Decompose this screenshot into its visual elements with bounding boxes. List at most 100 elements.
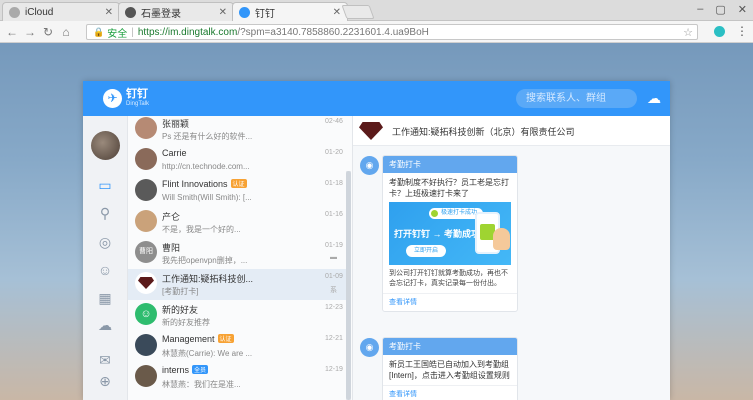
conversation-time: 01-18	[325, 180, 343, 187]
conversation-name-text: Management	[162, 334, 215, 344]
conversation-item[interactable]: Carrie 01-20 http://cn.technode.com...	[128, 145, 346, 176]
close-window-icon[interactable]: ✕	[738, 3, 747, 16]
scrollbar[interactable]	[346, 171, 351, 400]
conversation-preview: [考勤打卡]	[162, 287, 199, 296]
tab-icloud[interactable]: iCloud ✕	[2, 2, 120, 21]
person-add-icon: ☺	[135, 303, 157, 325]
card-body: 到公司打开钉钉就算考勤成功，再也不会忘记打卡，真实记录每一份付出。	[389, 270, 508, 287]
conversation-item[interactable]: Flint Innovations 认证 01-18 Will Smith(Wil…	[128, 176, 346, 207]
conversation-name: 工作通知:疑拓科技创...	[162, 274, 254, 284]
chat-icon[interactable]: ▭	[96, 176, 114, 194]
back-icon[interactable]: ←	[3, 25, 21, 39]
company-logo-icon	[359, 122, 383, 140]
message-card[interactable]: 考勤打卡 考勤制度不好执行？员工老是忘打卡？上班极速打卡来了 极速打卡成功 打开…	[382, 155, 518, 312]
card-header: 考勤打卡	[383, 156, 517, 173]
extension-icon[interactable]	[714, 26, 725, 37]
conversation-name: Flint Innovations 认证	[162, 179, 247, 189]
conversation-preview: 新的好友推荐	[162, 318, 210, 327]
conversation-name: 新的好友	[162, 305, 199, 315]
bookmark-star-icon[interactable]: ☆	[683, 26, 693, 39]
conversation-item[interactable]: ☺ 新的好友 12-23 新的好友推荐	[128, 300, 346, 331]
cloud-upload-icon[interactable]: ☁	[645, 89, 663, 107]
secure-label: 安全	[107, 28, 128, 40]
dingtalk-app: ✈ 钉钉 DingTalk 搜索联系人、群组 ☁ ▭ ⚲ ◎ ☺ ▦ ☁ ✉ ⊕…	[83, 81, 670, 400]
browser-toolbar: ← → ↻ ⌂ 🔒 安全 | https://im.dingtalk.com /…	[0, 21, 753, 43]
window-controls: – ▢ ✕	[697, 3, 747, 16]
conversation-preview: 不是，我是一个好的...	[162, 225, 241, 234]
conversation-item[interactable]: 工作通知:疑拓科技创... 01-09 [考勤打卡] 系	[128, 269, 346, 300]
minimize-icon[interactable]: –	[697, 3, 703, 16]
avatar	[135, 365, 157, 387]
avatar	[135, 179, 157, 201]
new-tab-button[interactable]	[341, 5, 375, 19]
card-banner: 极速打卡成功 打开钉钉 → 考勤成功 立即开启	[389, 202, 511, 265]
tab-label: 钉钉	[255, 9, 275, 20]
avatar	[135, 210, 157, 232]
app-logo-text: 钉钉	[126, 88, 148, 100]
conversation-item[interactable]: 张丽颖 02-46 Ps 还是有什么好的软件...	[128, 116, 346, 145]
forward-icon[interactable]: →	[21, 25, 39, 39]
apps-grid-icon[interactable]: ▦	[96, 289, 114, 307]
scrollbar-thumb[interactable]	[346, 171, 351, 400]
avatar	[135, 148, 157, 170]
conversation-time: 12-23	[325, 304, 343, 311]
add-icon[interactable]: ⊕	[96, 372, 114, 390]
location-pin-icon: ◉	[360, 338, 379, 357]
conversation-item[interactable]: 曹阳 曹阳 01-19 我先把openvpn删掉，... ▬	[128, 238, 346, 269]
separator: |	[131, 26, 134, 38]
close-icon[interactable]: ✕	[333, 7, 341, 18]
avatar[interactable]	[91, 131, 120, 160]
address-bar[interactable]: 🔒 安全 | https://im.dingtalk.com /?spm=a31…	[86, 24, 698, 40]
more-icon[interactable]: ⋯	[96, 392, 114, 400]
conversation-list: 张丽颖 02-46 Ps 还是有什么好的软件... Carrie 01-20 h…	[128, 116, 353, 400]
chat-panel: 工作通知:疑拓科技创新（北京）有限责任公司 ◉ 考勤打卡 考勤制度不好执行？员工…	[353, 116, 670, 400]
card-title: 新员工王国皓已自动加入到考勤组[Intern]，点击进入考勤组设置规则	[389, 360, 510, 380]
conversation-preview: Ps 还是有什么好的软件...	[162, 132, 253, 141]
conversation-preview: Will Smith(Will Smith): [...	[162, 193, 252, 202]
conversation-name: Carrie	[162, 148, 187, 158]
banner-button[interactable]: 立即开启	[406, 245, 447, 257]
conversation-name: 产仑	[162, 212, 181, 222]
browser-tab-bar: iCloud ✕ 石墨登录 ✕ 钉钉 ✕ – ▢ ✕	[0, 0, 753, 22]
verified-badge: 认证	[230, 179, 247, 188]
banner-text: 打开钉钉 → 考勤成功	[394, 229, 481, 239]
location-pin-icon: ◉	[360, 156, 379, 175]
view-details-link[interactable]: 查看详情	[383, 385, 517, 400]
maximize-icon[interactable]: ▢	[715, 3, 725, 16]
close-icon[interactable]: ✕	[105, 7, 113, 18]
home-icon[interactable]: ⌂	[57, 25, 75, 39]
message-card[interactable]: 考勤打卡 新员工王国皓已自动加入到考勤组[Intern]，点击进入考勤组设置规则…	[382, 337, 518, 400]
apple-icon	[9, 6, 20, 18]
mail-icon[interactable]: ✉	[96, 351, 114, 369]
tab-label: iCloud	[25, 6, 54, 18]
avatar	[135, 117, 157, 139]
close-icon[interactable]: ✕	[219, 7, 227, 18]
tab-label: 石墨登录	[141, 8, 181, 20]
conversation-name: Management 认证	[162, 334, 234, 344]
conversation-item[interactable]: Management 认证 12-21 林慧燕(Carrie): We are .…	[128, 331, 346, 362]
browser-menu-icon[interactable]: ⋮	[736, 24, 748, 38]
all-members-badge: 全员	[192, 365, 209, 374]
tab-dingtalk[interactable]: 钉钉 ✕	[232, 2, 348, 22]
tab-shimo[interactable]: 石墨登录 ✕	[118, 2, 234, 21]
chat-title: 工作通知:疑拓科技创新（北京）有限责任公司	[392, 127, 575, 137]
ding-icon[interactable]: ◎	[96, 233, 114, 251]
verified-badge: 认证	[217, 334, 234, 343]
conversation-preview: http://cn.technode.com...	[162, 162, 250, 171]
reload-icon[interactable]: ↻	[39, 25, 57, 39]
conversation-name-text: Flint Innovations	[162, 179, 228, 189]
pin-icon[interactable]: ⚲	[96, 204, 114, 222]
conversation-name-text: interns	[162, 365, 190, 375]
conversation-item[interactable]: 产仑 01-16 不是，我是一个好的...	[128, 207, 346, 238]
shimo-icon	[125, 6, 136, 18]
conversation-item[interactable]: interns 全员 12-19 林慧燕：我们在是准...	[128, 362, 346, 393]
cloud-disk-icon[interactable]: ☁	[96, 316, 114, 334]
conversation-time: 01-16	[325, 211, 343, 218]
view-details-link[interactable]: 查看详情	[383, 293, 517, 311]
more-icon[interactable]: ▬	[330, 254, 337, 261]
conversation-time: 12-21	[325, 335, 343, 342]
app-header: ✈ 钉钉 DingTalk 搜索联系人、群组 ☁	[83, 81, 670, 116]
card-header: 考勤打卡	[383, 338, 517, 355]
contacts-icon[interactable]: ☺	[96, 261, 114, 279]
search-input[interactable]: 搜索联系人、群组	[516, 89, 637, 108]
